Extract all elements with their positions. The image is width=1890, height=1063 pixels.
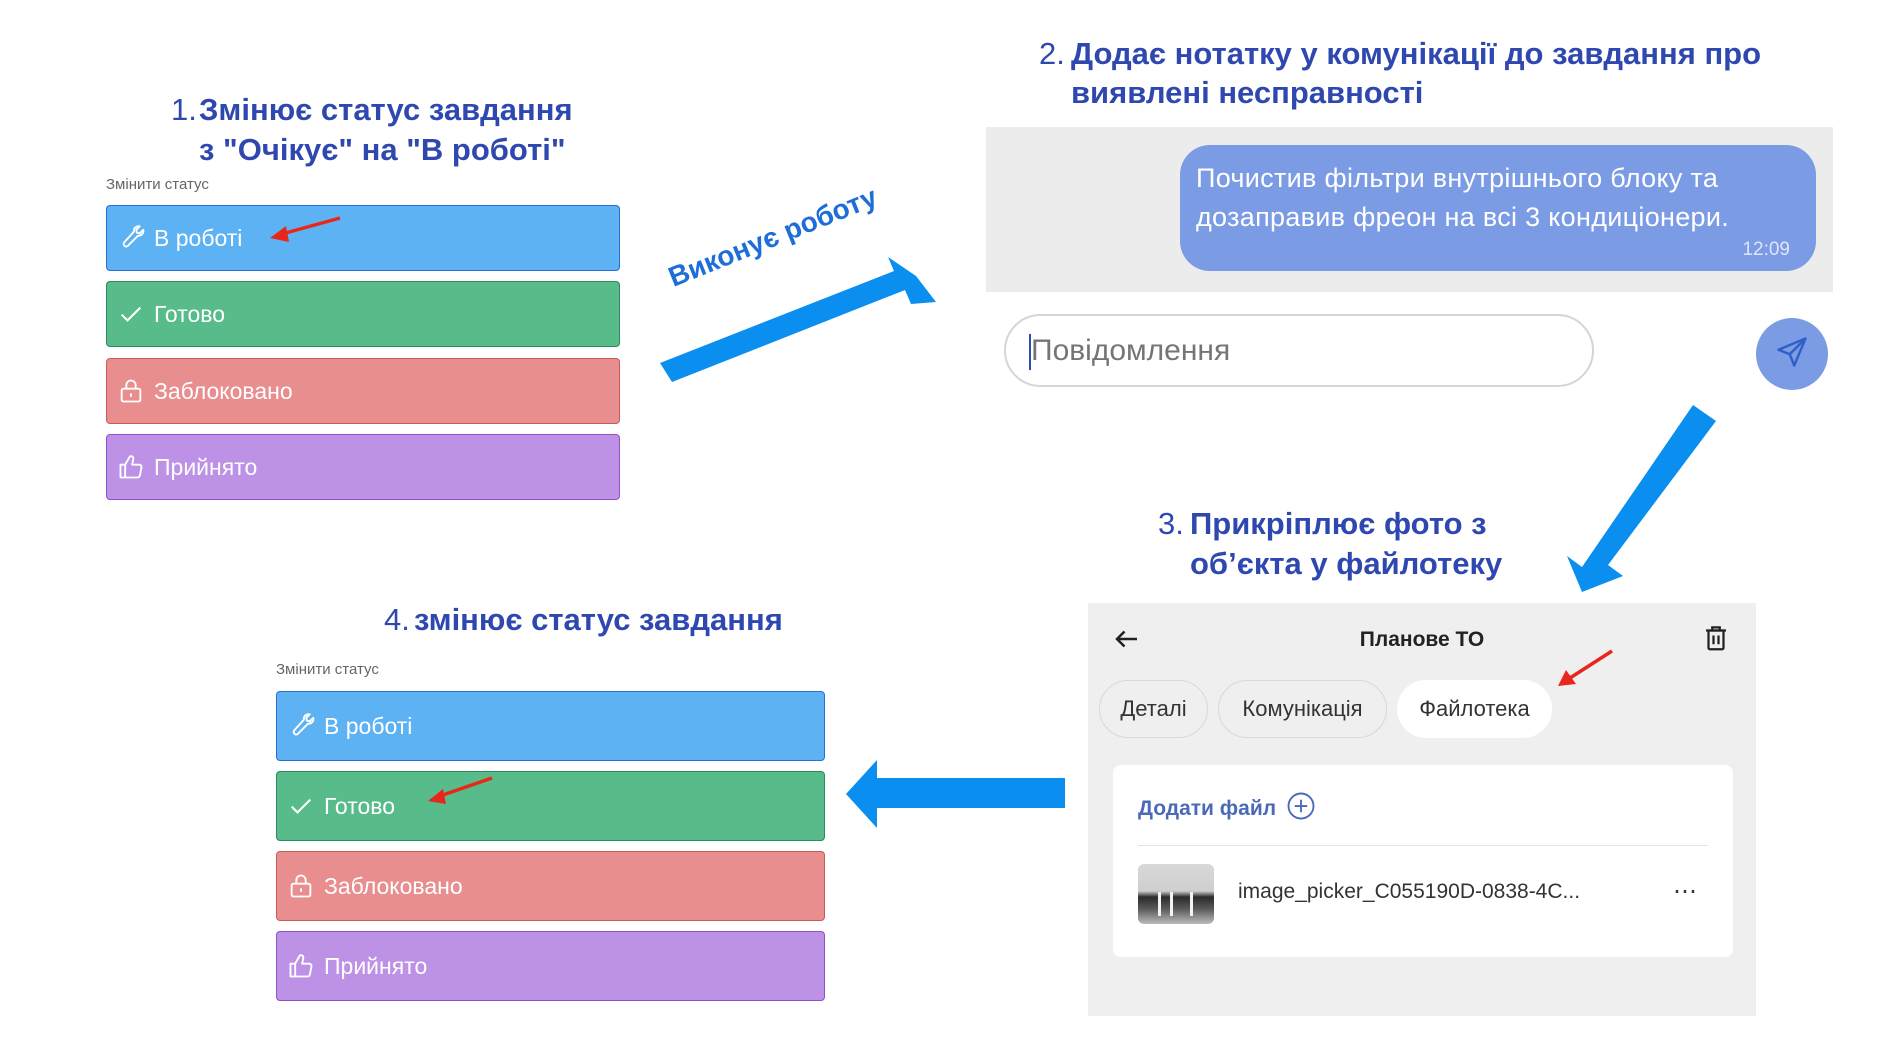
arrows-overlay [270, 216, 1716, 828]
flow-arrow-down [1567, 405, 1716, 592]
flow-arrow-right [660, 257, 936, 382]
red-pointer-arrow [1558, 649, 1613, 686]
red-pointer-arrow [270, 216, 341, 242]
flow-arrow-left [846, 760, 1065, 828]
red-pointer-arrow [428, 776, 493, 804]
